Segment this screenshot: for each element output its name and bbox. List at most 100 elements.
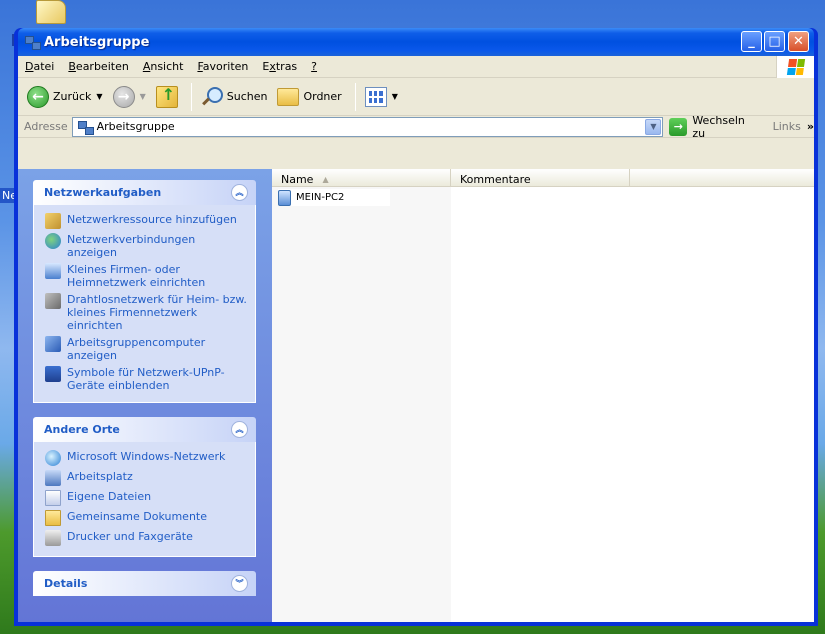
sort-ascending-icon: ▲ <box>322 174 329 184</box>
explorer-window: Arbeitsgruppe _ □ ✕ Datei Bearbeiten Ansic… <box>14 28 818 626</box>
task-link-label: Drucker und Faxgeräte <box>67 530 193 543</box>
task-link-label: Eigene Dateien <box>67 490 152 503</box>
views-button[interactable]: ▼ <box>362 85 401 109</box>
desktop-folder-icon[interactable] <box>36 0 66 24</box>
task-link[interactable]: Arbeitsgruppencomputer anzeigen <box>45 336 247 362</box>
task-link[interactable]: Netzwerkverbindungen anzeigen <box>45 233 247 259</box>
task-link-label: Arbeitsgruppencomputer anzeigen <box>67 336 206 362</box>
expand-chevron-icon[interactable]: ︾ <box>231 575 248 592</box>
menu-item[interactable]: Bearbeiten <box>61 60 135 73</box>
back-label: Zurück <box>53 90 92 103</box>
printers-faxes-icon <box>45 530 61 546</box>
back-dropdown-icon[interactable]: ▼ <box>96 92 102 101</box>
up-folder-button[interactable] <box>153 84 181 110</box>
task-link-label: Arbeitsplatz <box>67 470 133 483</box>
sorted-column-highlight <box>272 187 451 622</box>
menu-item[interactable]: Extras <box>255 60 304 73</box>
back-button[interactable]: ← Zurück ▼ <box>24 84 106 110</box>
computer-icon <box>278 189 291 206</box>
task-group-header[interactable]: Netzwerkaufgaben ︽ <box>33 180 256 205</box>
workgroup-computers-icon <box>45 336 61 352</box>
forward-button[interactable]: → ▼ <box>110 84 149 110</box>
column-header-comments[interactable]: Kommentare <box>451 169 630 186</box>
links-more-icon[interactable]: » <box>807 120 814 133</box>
workgroup-icon <box>24 34 41 50</box>
task-link[interactable]: Kleines Firmen- oder Heimnetzwerk einric… <box>45 263 247 289</box>
toolbar-separator <box>190 82 192 111</box>
column-name-label: Name <box>281 172 314 186</box>
task-group-body: Netzwerkressource hinzufügen Netzwerkverb… <box>33 205 256 403</box>
wireless-network-icon <box>45 293 61 309</box>
links-toolbar[interactable]: Links <box>773 120 801 133</box>
task-link[interactable]: Netzwerkressource hinzufügen <box>45 213 247 229</box>
forward-dropdown-icon[interactable]: ▼ <box>140 92 146 101</box>
task-link-label: Kleines Firmen- oder Heimnetzwerk einric… <box>67 263 206 289</box>
task-group-title: Details <box>44 577 88 590</box>
column-header-name[interactable]: Name ▲ <box>272 169 451 186</box>
list-item[interactable]: MEIN-PC2 <box>278 189 390 206</box>
views-icon <box>364 86 387 107</box>
address-label: Adresse <box>24 120 68 133</box>
task-link[interactable]: Drahtlosnetzwerk für Heim- bzw. kleines … <box>45 293 247 332</box>
address-field[interactable]: Arbeitsgruppe ▼ <box>71 116 664 137</box>
task-pane: Netzwerkaufgaben ︽ Netzwerkressource hinzu… <box>18 169 272 622</box>
shared-documents-icon <box>45 510 61 526</box>
views-dropdown-icon[interactable]: ▼ <box>392 92 398 101</box>
windows-network-icon <box>45 450 61 466</box>
task-group-header[interactable]: Details ︾ <box>33 571 256 596</box>
title-bar[interactable]: Arbeitsgruppe _ □ ✕ <box>18 28 814 56</box>
folders-icon <box>277 87 300 106</box>
go-button[interactable]: → Wechseln zu <box>669 114 760 140</box>
back-arrow-icon: ← <box>27 85 49 108</box>
collapse-chevron-icon[interactable]: ︽ <box>231 421 248 438</box>
address-dropdown-icon[interactable]: ▼ <box>645 118 662 135</box>
task-link-label: Netzwerkverbindungen anzeigen <box>67 233 196 259</box>
task-group-body: Microsoft Windows-Netzwerk Arbeitsplatz Ei… <box>33 442 256 557</box>
menu-item[interactable]: Favoriten <box>190 60 255 73</box>
task-link-label: Microsoft Windows-Netzwerk <box>67 450 226 463</box>
search-icon <box>201 86 223 108</box>
search-label: Suchen <box>226 90 268 103</box>
task-group-header[interactable]: Andere Orte ︽ <box>33 417 256 442</box>
task-link-label: Symbole für Netzwerk-UPnP-Geräte einblen… <box>67 366 225 392</box>
menu-bar: Datei Bearbeiten Ansicht Favoriten Extras? <box>18 56 814 78</box>
task-link[interactable]: Drucker und Faxgeräte <box>45 530 247 546</box>
upnp-device-icon <box>45 366 61 382</box>
task-group-title: Andere Orte <box>44 423 120 436</box>
file-list[interactable]: Name ▲ Kommentare MEIN-PC2 <box>272 169 814 622</box>
my-documents-icon <box>45 490 61 506</box>
task-link[interactable]: Eigene Dateien <box>45 490 247 506</box>
task-link-label: Gemeinsame Dokumente <box>67 510 207 523</box>
task-group: Details ︾ <box>33 571 256 596</box>
address-bar: Adresse Arbeitsgruppe ▼ → Wechseln zu Li… <box>18 114 814 140</box>
window-title: Arbeitsgruppe <box>44 34 150 50</box>
toolbar: ← Zurück ▼ → ▼ Suchen Ordner <box>18 78 814 116</box>
network-connections-icon <box>45 233 61 249</box>
task-group-title: Netzwerkaufgaben <box>44 186 162 199</box>
task-link-label: Netzwerkressource hinzufügen <box>67 213 237 226</box>
task-link[interactable]: Symbole für Netzwerk-UPnP-Geräte einblen… <box>45 366 247 392</box>
column-comments-label: Kommentare <box>460 172 531 186</box>
address-value[interactable]: Arbeitsgruppe <box>97 120 175 133</box>
windows-logo-icon <box>776 56 814 78</box>
my-computer-icon <box>45 470 61 486</box>
menu-item[interactable]: ? <box>304 60 324 73</box>
folder-up-icon <box>155 85 178 108</box>
task-link[interactable]: Microsoft Windows-Netzwerk <box>45 450 247 466</box>
search-button[interactable]: Suchen <box>198 84 271 110</box>
task-link[interactable]: Gemeinsame Dokumente <box>45 510 247 526</box>
menu-item[interactable]: Ansicht <box>136 60 191 73</box>
folders-label: Ordner <box>303 90 342 103</box>
minimize-button[interactable]: _ <box>741 31 762 52</box>
menu-item[interactable]: Datei <box>18 60 61 73</box>
task-group: Netzwerkaufgaben ︽ Netzwerkressource hinzu… <box>33 180 256 403</box>
toolbar-separator <box>354 82 356 111</box>
maximize-button[interactable]: □ <box>764 31 785 52</box>
window-body: Datei Bearbeiten Ansicht Favoriten Extras? ←… <box>18 56 814 622</box>
item-name: MEIN-PC2 <box>296 192 345 203</box>
close-button[interactable]: ✕ <box>788 31 809 52</box>
home-network-icon <box>45 263 61 279</box>
collapse-chevron-icon[interactable]: ︽ <box>231 184 248 201</box>
task-link[interactable]: Arbeitsplatz <box>45 470 247 486</box>
folders-button[interactable]: Ordner <box>274 86 344 108</box>
